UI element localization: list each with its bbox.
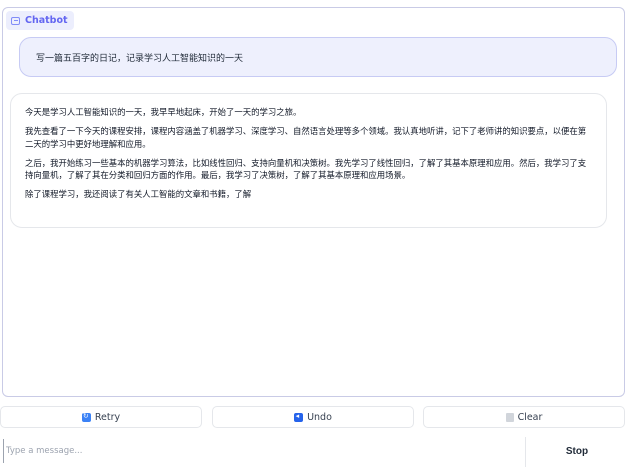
chat-icon xyxy=(11,16,20,25)
composer-divider xyxy=(525,437,526,467)
trash-icon xyxy=(505,412,514,422)
retry-button-label: Retry xyxy=(94,411,121,423)
bot-paragraph: 除了课程学习，我还阅读了有关人工智能的文章和书籍，了解 xyxy=(25,189,252,200)
undo-icon xyxy=(294,412,304,422)
clear-button[interactable]: Clear xyxy=(423,406,625,428)
undo-button-label: Undo xyxy=(307,411,332,423)
chatbot-label-text: Chatbot xyxy=(25,15,68,26)
undo-button[interactable]: Undo xyxy=(212,406,414,428)
message-input[interactable] xyxy=(3,439,518,463)
user-message-text: 写一篇五百字的日记，记录学习人工智能知识的一天 xyxy=(36,53,244,64)
user-message: 写一篇五百字的日记，记录学习人工智能知识的一天 xyxy=(19,37,617,77)
retry-button[interactable]: Retry xyxy=(0,406,202,428)
bot-paragraph: 之后，我开始练习一些基本的机器学习算法，比如线性回归、支持向量机和决策树。我先学… xyxy=(25,157,587,181)
clear-button-label: Clear xyxy=(517,411,543,423)
bot-paragraph: 今天是学习人工智能知识的一天，我早早地起床，开始了一天的学习之旅。 xyxy=(25,107,302,117)
retry-icon xyxy=(81,412,91,422)
action-buttons: Retry Undo Clear xyxy=(0,406,631,429)
bot-paragraph: 我先查看了一下今天的课程安排，课程内容涵盖了机器学习、深度学习、自然语言处理等多… xyxy=(25,126,587,149)
chatbot-panel: Chatbot 写一篇五百字的日记，记录学习人工智能知识的一天 今天是学习人工智… xyxy=(2,7,625,397)
composer: Stop xyxy=(0,437,631,467)
stop-button[interactable]: Stop xyxy=(527,439,627,464)
bot-message: 今天是学习人工智能知识的一天，我早早地起床，开始了一天的学习之旅。 我先查看了一… xyxy=(10,93,607,228)
chatbot-label: Chatbot xyxy=(6,11,74,30)
